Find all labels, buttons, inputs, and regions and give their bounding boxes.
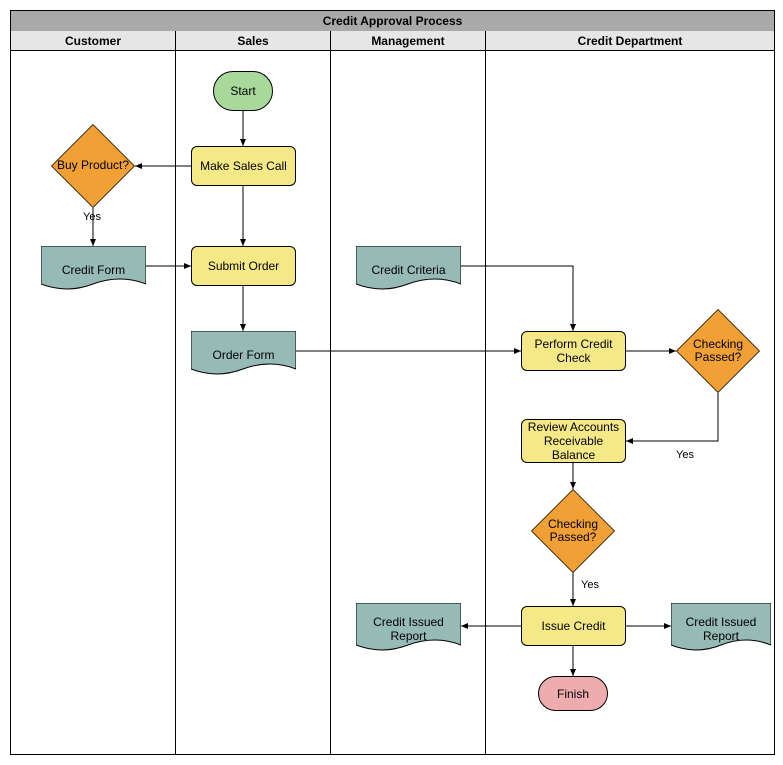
lane-header-customer: Customer bbox=[11, 31, 176, 51]
lane-header-sales: Sales bbox=[176, 31, 331, 51]
submit-order-process: Submit Order bbox=[191, 246, 296, 286]
edge-label-yes: Yes bbox=[676, 449, 694, 461]
make-sales-call-process: Make Sales Call bbox=[191, 146, 296, 186]
flowchart-diagram: Credit Approval Process Customer Sales M… bbox=[10, 10, 775, 755]
diagram-title: Credit Approval Process bbox=[11, 11, 774, 32]
order-form-document: Order Form bbox=[191, 331, 296, 379]
lane-divider bbox=[485, 51, 486, 754]
finish-terminator: Finish bbox=[538, 676, 608, 711]
review-ar-balance-process: Review Accounts Receivable Balance bbox=[521, 419, 626, 463]
lane-header-credit-dept: Credit Department bbox=[486, 31, 774, 51]
issue-credit-process: Issue Credit bbox=[521, 606, 626, 646]
credit-form-document: Credit Form bbox=[41, 246, 146, 294]
credit-criteria-document: Credit Criteria bbox=[356, 246, 461, 294]
start-terminator: Start bbox=[213, 71, 273, 111]
checking-passed-2-decision: Checking Passed? bbox=[531, 489, 615, 573]
lane-header-management: Management bbox=[331, 31, 486, 51]
credit-issued-report-right-document: Credit Issued Report bbox=[671, 603, 771, 655]
edge-label-yes: Yes bbox=[83, 211, 101, 223]
perform-credit-check-process: Perform Credit Check bbox=[521, 331, 626, 371]
credit-issued-report-left-document: Credit Issued Report bbox=[356, 603, 461, 655]
lane-divider bbox=[175, 51, 176, 754]
buy-product-decision: Buy Product? bbox=[51, 124, 135, 208]
checking-passed-1-decision: Checking Passed? bbox=[676, 309, 760, 393]
lane-divider bbox=[330, 51, 331, 754]
edge-label-yes: Yes bbox=[581, 579, 599, 591]
